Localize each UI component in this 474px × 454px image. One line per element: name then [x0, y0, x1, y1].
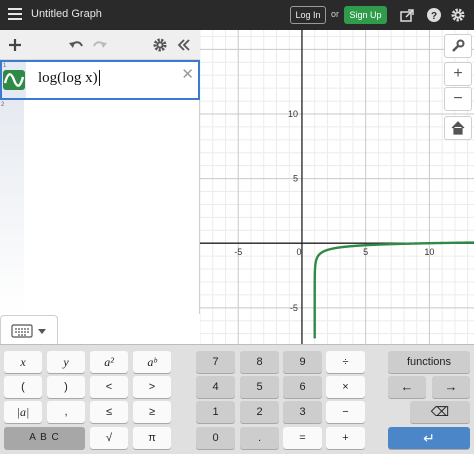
key-minus[interactable]: − — [326, 401, 365, 423]
key-open-paren[interactable]: ( — [4, 376, 42, 398]
key-equals[interactable]: = — [283, 427, 322, 449]
zoom-in-button[interactable]: + — [444, 62, 472, 86]
key-abc[interactable]: A B C — [4, 427, 85, 449]
svg-text:?: ? — [431, 11, 437, 22]
key-power[interactable]: aᵇ — [133, 351, 171, 373]
key-0[interactable]: 0 — [196, 427, 235, 449]
keyboard-toggle[interactable] — [0, 315, 58, 344]
help-icon[interactable]: ? — [426, 7, 442, 23]
key-abs[interactable]: |a| — [4, 401, 42, 423]
key-greater-than[interactable]: > — [133, 376, 171, 398]
expression-math[interactable]: log(log x) — [38, 70, 100, 87]
math-keypad: x y a² aᵇ ( ) < > |a| , ≤ ≥ A B C √ π 7 … — [0, 344, 474, 454]
home-icon[interactable] — [444, 116, 472, 140]
key-x[interactable]: x — [4, 351, 42, 373]
expression-panel: 1 log(log x) ✕ 2 — [0, 30, 200, 314]
wrench-icon[interactable] — [444, 34, 472, 58]
graph-paper[interactable]: -5 0 5 10 10 5 -5 — [200, 30, 474, 344]
row-number: 1 — [3, 63, 7, 69]
collapse-icon[interactable] — [176, 37, 192, 53]
y-tick-label: 10 — [288, 109, 298, 119]
key-decimal[interactable]: . — [240, 427, 279, 449]
key-5[interactable]: 5 — [240, 376, 279, 398]
key-1[interactable]: 1 — [196, 401, 235, 423]
key-divide[interactable]: ÷ — [326, 351, 365, 373]
right-arrow-key[interactable]: → — [432, 376, 470, 398]
enter-key[interactable]: ↵ — [388, 427, 470, 449]
graph-title[interactable]: Untitled Graph — [31, 8, 102, 20]
key-squared[interactable]: a² — [90, 351, 128, 373]
key-plus[interactable]: + — [326, 427, 365, 449]
share-icon[interactable] — [399, 7, 415, 23]
key-4[interactable]: 4 — [196, 376, 235, 398]
gear-icon[interactable] — [152, 37, 168, 53]
key-multiply[interactable]: × — [326, 376, 365, 398]
left-arrow-key[interactable]: ← — [388, 376, 426, 398]
signup-button[interactable]: Sign Up — [344, 6, 387, 24]
expression-toolbar — [0, 30, 200, 60]
gear-icon[interactable] — [450, 7, 466, 23]
key-9[interactable]: 9 — [283, 351, 322, 373]
y-tick-label: 5 — [293, 174, 298, 184]
expression-row[interactable]: 1 log(log x) ✕ — [0, 60, 200, 100]
key-8[interactable]: 8 — [240, 351, 279, 373]
key-7[interactable]: 7 — [196, 351, 235, 373]
functions-button[interactable]: functions — [388, 351, 470, 373]
key-6[interactable]: 6 — [283, 376, 322, 398]
cursor — [98, 70, 100, 86]
delete-expression-icon[interactable]: ✕ — [181, 65, 194, 83]
key-pi[interactable]: π — [133, 427, 171, 449]
key-less-than[interactable]: < — [90, 376, 128, 398]
backspace-key[interactable]: ⌫ — [410, 401, 470, 423]
key-less-equal[interactable]: ≤ — [90, 401, 128, 423]
undo-icon[interactable] — [68, 37, 84, 53]
key-3[interactable]: 3 — [283, 401, 322, 423]
key-close-paren[interactable]: ) — [47, 376, 85, 398]
key-y[interactable]: y — [47, 351, 85, 373]
login-button[interactable]: Log In — [290, 6, 326, 24]
redo-icon[interactable] — [92, 37, 108, 53]
key-2[interactable]: 2 — [240, 401, 279, 423]
key-greater-equal[interactable]: ≥ — [133, 401, 171, 423]
key-comma[interactable]: , — [47, 401, 85, 423]
or-text: or — [331, 9, 340, 19]
y-tick-label: -5 — [290, 303, 298, 313]
add-icon[interactable] — [7, 37, 23, 53]
key-sqrt[interactable]: √ — [90, 427, 128, 449]
x-tick-label: 0 — [296, 247, 301, 257]
x-tick-label: -5 — [234, 247, 242, 257]
hamburger-icon[interactable] — [8, 8, 22, 21]
zoom-out-button[interactable]: − — [444, 87, 472, 111]
expression-gutter: 1 — [2, 62, 26, 98]
empty-gutter — [0, 100, 24, 314]
x-tick-label: 5 — [363, 247, 368, 257]
graph-color-icon[interactable] — [3, 70, 25, 90]
x-tick-label: 10 — [424, 247, 434, 257]
row-number: 2 — [1, 102, 5, 108]
top-bar: Untitled Graph Log In or Sign Up ? — [0, 0, 474, 30]
expression-text: log(log x) — [38, 70, 98, 86]
